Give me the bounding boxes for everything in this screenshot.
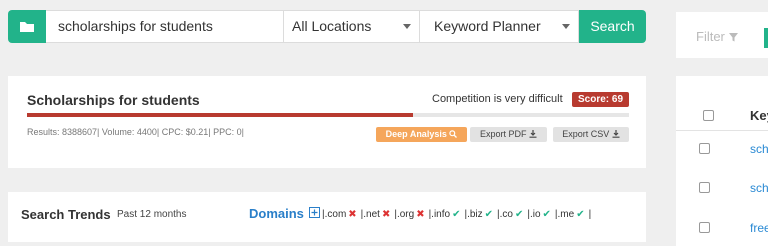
download-icon (612, 130, 620, 138)
source-select-value: Keyword Planner (434, 18, 541, 34)
keyword-stats: Results: 8388607| Volume: 4400| CPC: $0.… (27, 127, 244, 137)
x-icon: ✖ (416, 209, 425, 220)
tld-separator: | (588, 209, 592, 220)
tld-name: |.me (554, 209, 575, 220)
check-icon: ✔ (514, 209, 524, 220)
row-checkbox[interactable] (699, 182, 710, 193)
tld-item: |.com ✖ (322, 209, 357, 220)
competition-text: Competition is very difficult (432, 93, 563, 105)
tld-name: |.info (428, 209, 451, 220)
export-csv-button[interactable]: Export CSV (553, 127, 629, 142)
export-pdf-button[interactable]: Export PDF (470, 127, 547, 142)
keyword-summary-card (8, 76, 646, 168)
x-icon: ✖ (381, 209, 391, 220)
tld-name: |.net (360, 209, 380, 220)
tld-item: |.me ✔ (555, 209, 585, 220)
score-badge: Score: 69 (572, 92, 629, 107)
filter-action-button[interactable] (764, 28, 768, 48)
check-icon: ✔ (576, 209, 585, 220)
search-button[interactable]: Search (579, 10, 646, 43)
filter-button[interactable]: Filter (696, 29, 738, 44)
filter-icon (728, 33, 738, 42)
difficulty-bar-fill (27, 113, 414, 117)
export-csv-label: Export CSV (562, 129, 610, 139)
tld-name: |.io (527, 209, 541, 220)
search-trends-subtitle: Past 12 months (117, 209, 187, 220)
check-icon: ✔ (542, 209, 551, 220)
chevron-down-icon (403, 24, 411, 29)
row-checkbox[interactable] (699, 222, 710, 233)
export-pdf-label: Export PDF (479, 129, 527, 139)
check-icon: ✔ (452, 209, 461, 220)
tld-item: |.io ✔ (527, 209, 551, 220)
source-select[interactable]: Keyword Planner (420, 10, 579, 43)
deep-analysis-button[interactable]: Deep Analysis (376, 127, 467, 142)
search-trends-title: Search Trends (21, 207, 111, 222)
x-icon: ✖ (348, 209, 357, 220)
tld-name: |.biz (464, 209, 483, 220)
tld-name: |.com (322, 209, 347, 220)
search-icon (449, 130, 458, 138)
keyword-link[interactable]: scho (750, 181, 768, 195)
tld-item: |.info ✔ (429, 209, 461, 220)
tld-item: |.biz ✔ (464, 209, 493, 220)
check-icon: ✔ (484, 209, 494, 220)
select-all-checkbox[interactable] (703, 110, 714, 121)
divider (676, 130, 768, 131)
keyword-link[interactable]: free (750, 221, 768, 235)
search-input[interactable]: scholarships for students (46, 10, 284, 43)
domain-availability-list: |.com ✖ |.net ✖ |.org ✖ |.info ✔ |.biz ✔ |.co ✔ |.io… (322, 209, 591, 220)
expand-plus-icon[interactable] (309, 207, 320, 218)
tld-item: |.co ✔ (497, 209, 523, 220)
folder-button[interactable] (8, 10, 46, 43)
tld-item: |.org ✖ (394, 209, 424, 220)
tld-name: |.co (497, 209, 513, 220)
tld-name: |.org (394, 209, 415, 220)
location-select-value: All Locations (292, 18, 372, 34)
row-checkbox[interactable] (699, 143, 710, 154)
folder-icon (20, 22, 34, 32)
keyword-title: Scholarships for students (27, 92, 200, 108)
keyword-link[interactable]: scho (750, 142, 768, 156)
domains-link[interactable]: Domains (249, 206, 304, 221)
download-icon (529, 130, 537, 138)
location-select[interactable]: All Locations (284, 10, 420, 43)
chevron-down-icon (562, 24, 570, 29)
filter-label: Filter (696, 29, 725, 44)
deep-analysis-label: Deep Analysis (385, 129, 447, 139)
column-header-keyword: Key (750, 108, 768, 123)
tld-item: |.net ✖ (361, 209, 391, 220)
